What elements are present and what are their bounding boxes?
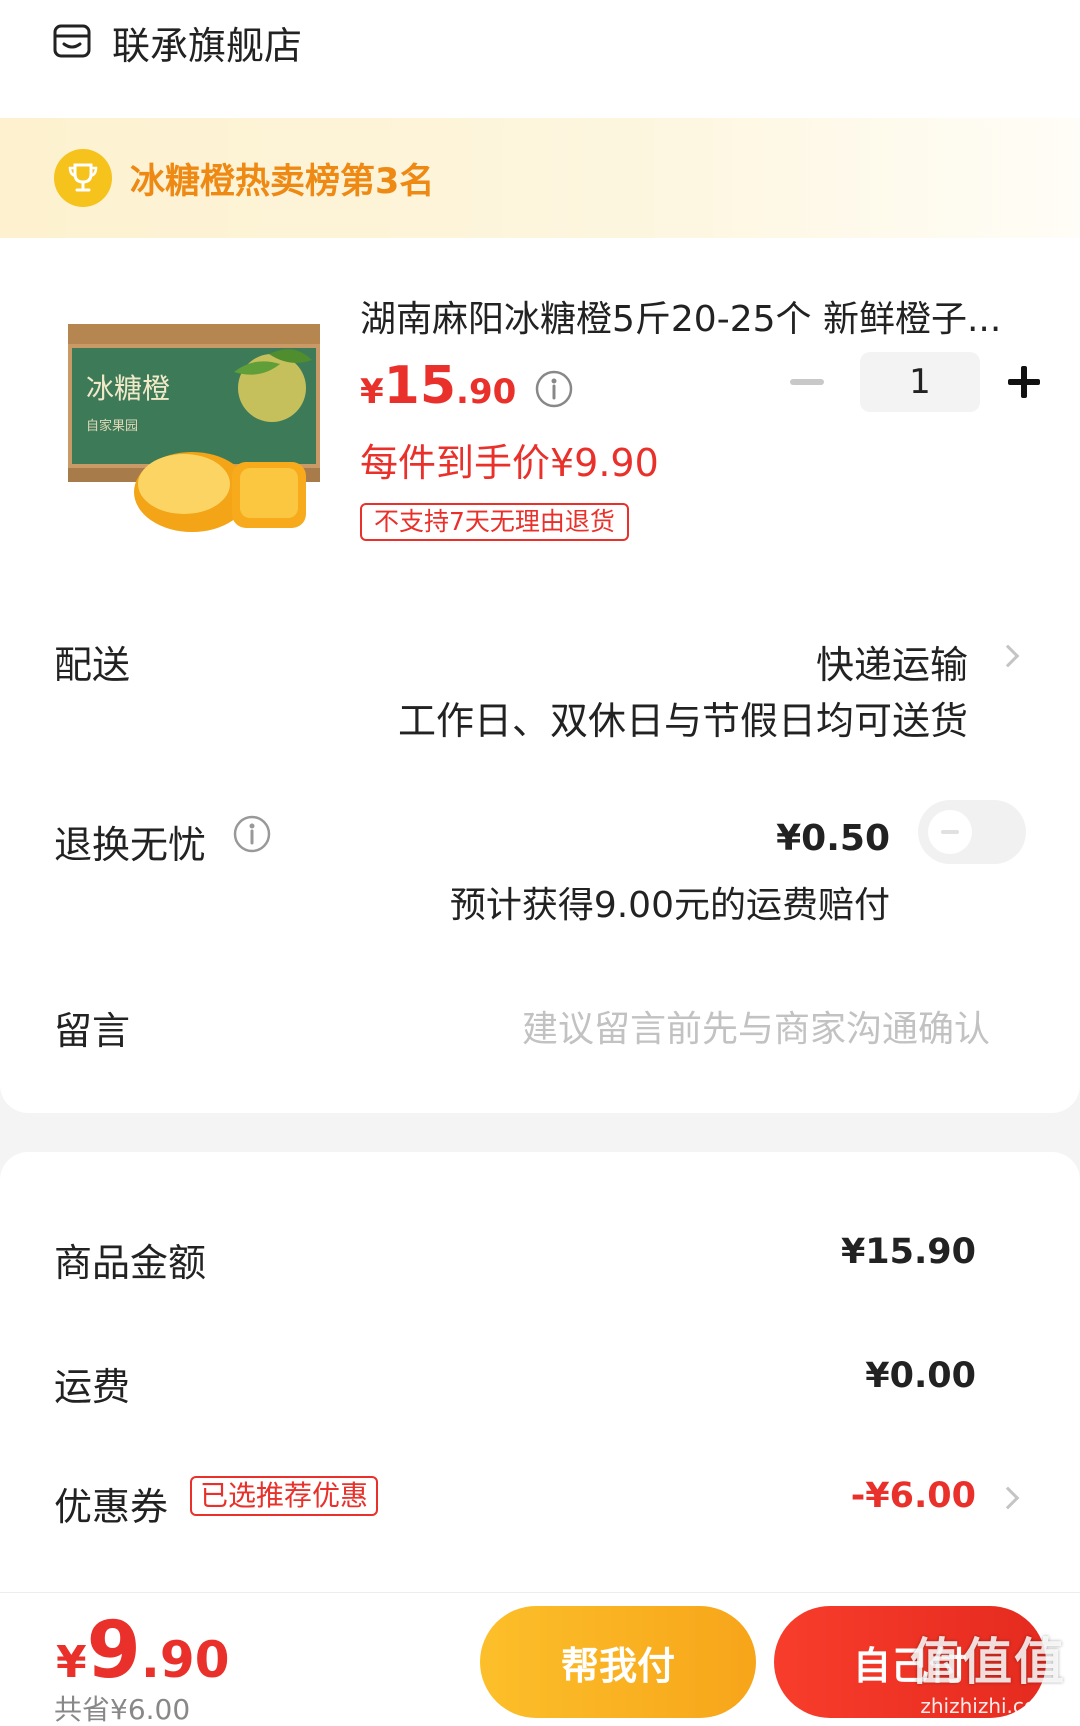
message-label: 留言 bbox=[54, 1009, 131, 1053]
total-integer: 9 bbox=[86, 1606, 141, 1696]
return-insurance-price: ¥0.50 bbox=[776, 818, 890, 859]
product-title[interactable]: 湖南麻阳冰糖橙5斤20-25个 新鲜橙子... bbox=[360, 290, 1040, 342]
watermark-url: zhizhizhi.com bbox=[920, 1694, 1056, 1718]
trophy-icon bbox=[54, 149, 112, 207]
goods-amount-label: 商品金额 bbox=[54, 1241, 207, 1285]
return-insurance-note: 预计获得9.00元的运费赔付 bbox=[449, 885, 890, 926]
price-integer: 15 bbox=[383, 356, 457, 416]
toggle-knob bbox=[928, 810, 972, 854]
quantity-stepper: 1 bbox=[790, 352, 1046, 412]
final-price: 每件到手价¥9.90 bbox=[360, 441, 659, 485]
box-label: 冰糖橙 bbox=[86, 372, 170, 405]
coupon-badge: 已选推荐优惠 bbox=[190, 1476, 379, 1516]
shipping-label: 运费 bbox=[54, 1365, 131, 1409]
savings-text: 共省¥6.00 bbox=[54, 1693, 191, 1726]
delivery-schedule: 工作日、双休日与节假日均可送货 bbox=[397, 699, 968, 743]
return-policy-badge: 不支持7天无理由退货 bbox=[360, 503, 629, 541]
total-symbol: ¥ bbox=[56, 1637, 87, 1688]
message-input[interactable]: 建议留言前先与商家沟通确认 bbox=[522, 1000, 990, 1052]
quantity-decrease-button[interactable] bbox=[790, 379, 824, 385]
price-decimal: .90 bbox=[456, 372, 517, 412]
rank-text: 冰糖橙热卖榜第3名 bbox=[130, 161, 435, 202]
price-symbol: ¥ bbox=[360, 372, 384, 412]
rank-banner[interactable]: 冰糖橙热卖榜第3名 bbox=[0, 118, 1080, 238]
return-info-icon[interactable] bbox=[232, 814, 272, 854]
box-sublabel: 自家果园 bbox=[86, 418, 138, 434]
shop-header[interactable]: 联承旗舰店 bbox=[52, 14, 302, 70]
delivery-method[interactable]: 快递运输 bbox=[816, 634, 968, 689]
product-image[interactable]: 冰糖橙 自家果园 bbox=[54, 302, 334, 552]
shop-icon bbox=[53, 24, 91, 58]
return-insurance-toggle[interactable] bbox=[918, 800, 1026, 864]
return-insurance-label: 退换无忧 bbox=[54, 823, 207, 867]
watermark: 值值值 zhizhizhi.com bbox=[910, 1622, 1066, 1718]
unit-price: ¥ 15 .90 bbox=[360, 356, 574, 416]
goods-amount-value: ¥15.90 bbox=[840, 1232, 976, 1272]
coupon-label: 优惠券 bbox=[54, 1485, 169, 1529]
total-decimal: .90 bbox=[140, 1631, 230, 1689]
coupon-value[interactable]: -¥6.00 bbox=[851, 1476, 976, 1516]
watermark-text: 值值值 bbox=[910, 1633, 1066, 1691]
shop-name: 联承旗舰店 bbox=[112, 23, 303, 68]
quantity-increase-button[interactable] bbox=[1002, 360, 1046, 404]
delivery-label: 配送 bbox=[54, 643, 131, 687]
quantity-input[interactable]: 1 bbox=[860, 352, 980, 412]
shipping-value: ¥0.00 bbox=[865, 1356, 976, 1396]
total-price: ¥ 9 .90 bbox=[56, 1606, 229, 1696]
price-info-icon[interactable] bbox=[534, 369, 574, 409]
help-pay-button[interactable]: 帮我付 bbox=[480, 1606, 756, 1718]
